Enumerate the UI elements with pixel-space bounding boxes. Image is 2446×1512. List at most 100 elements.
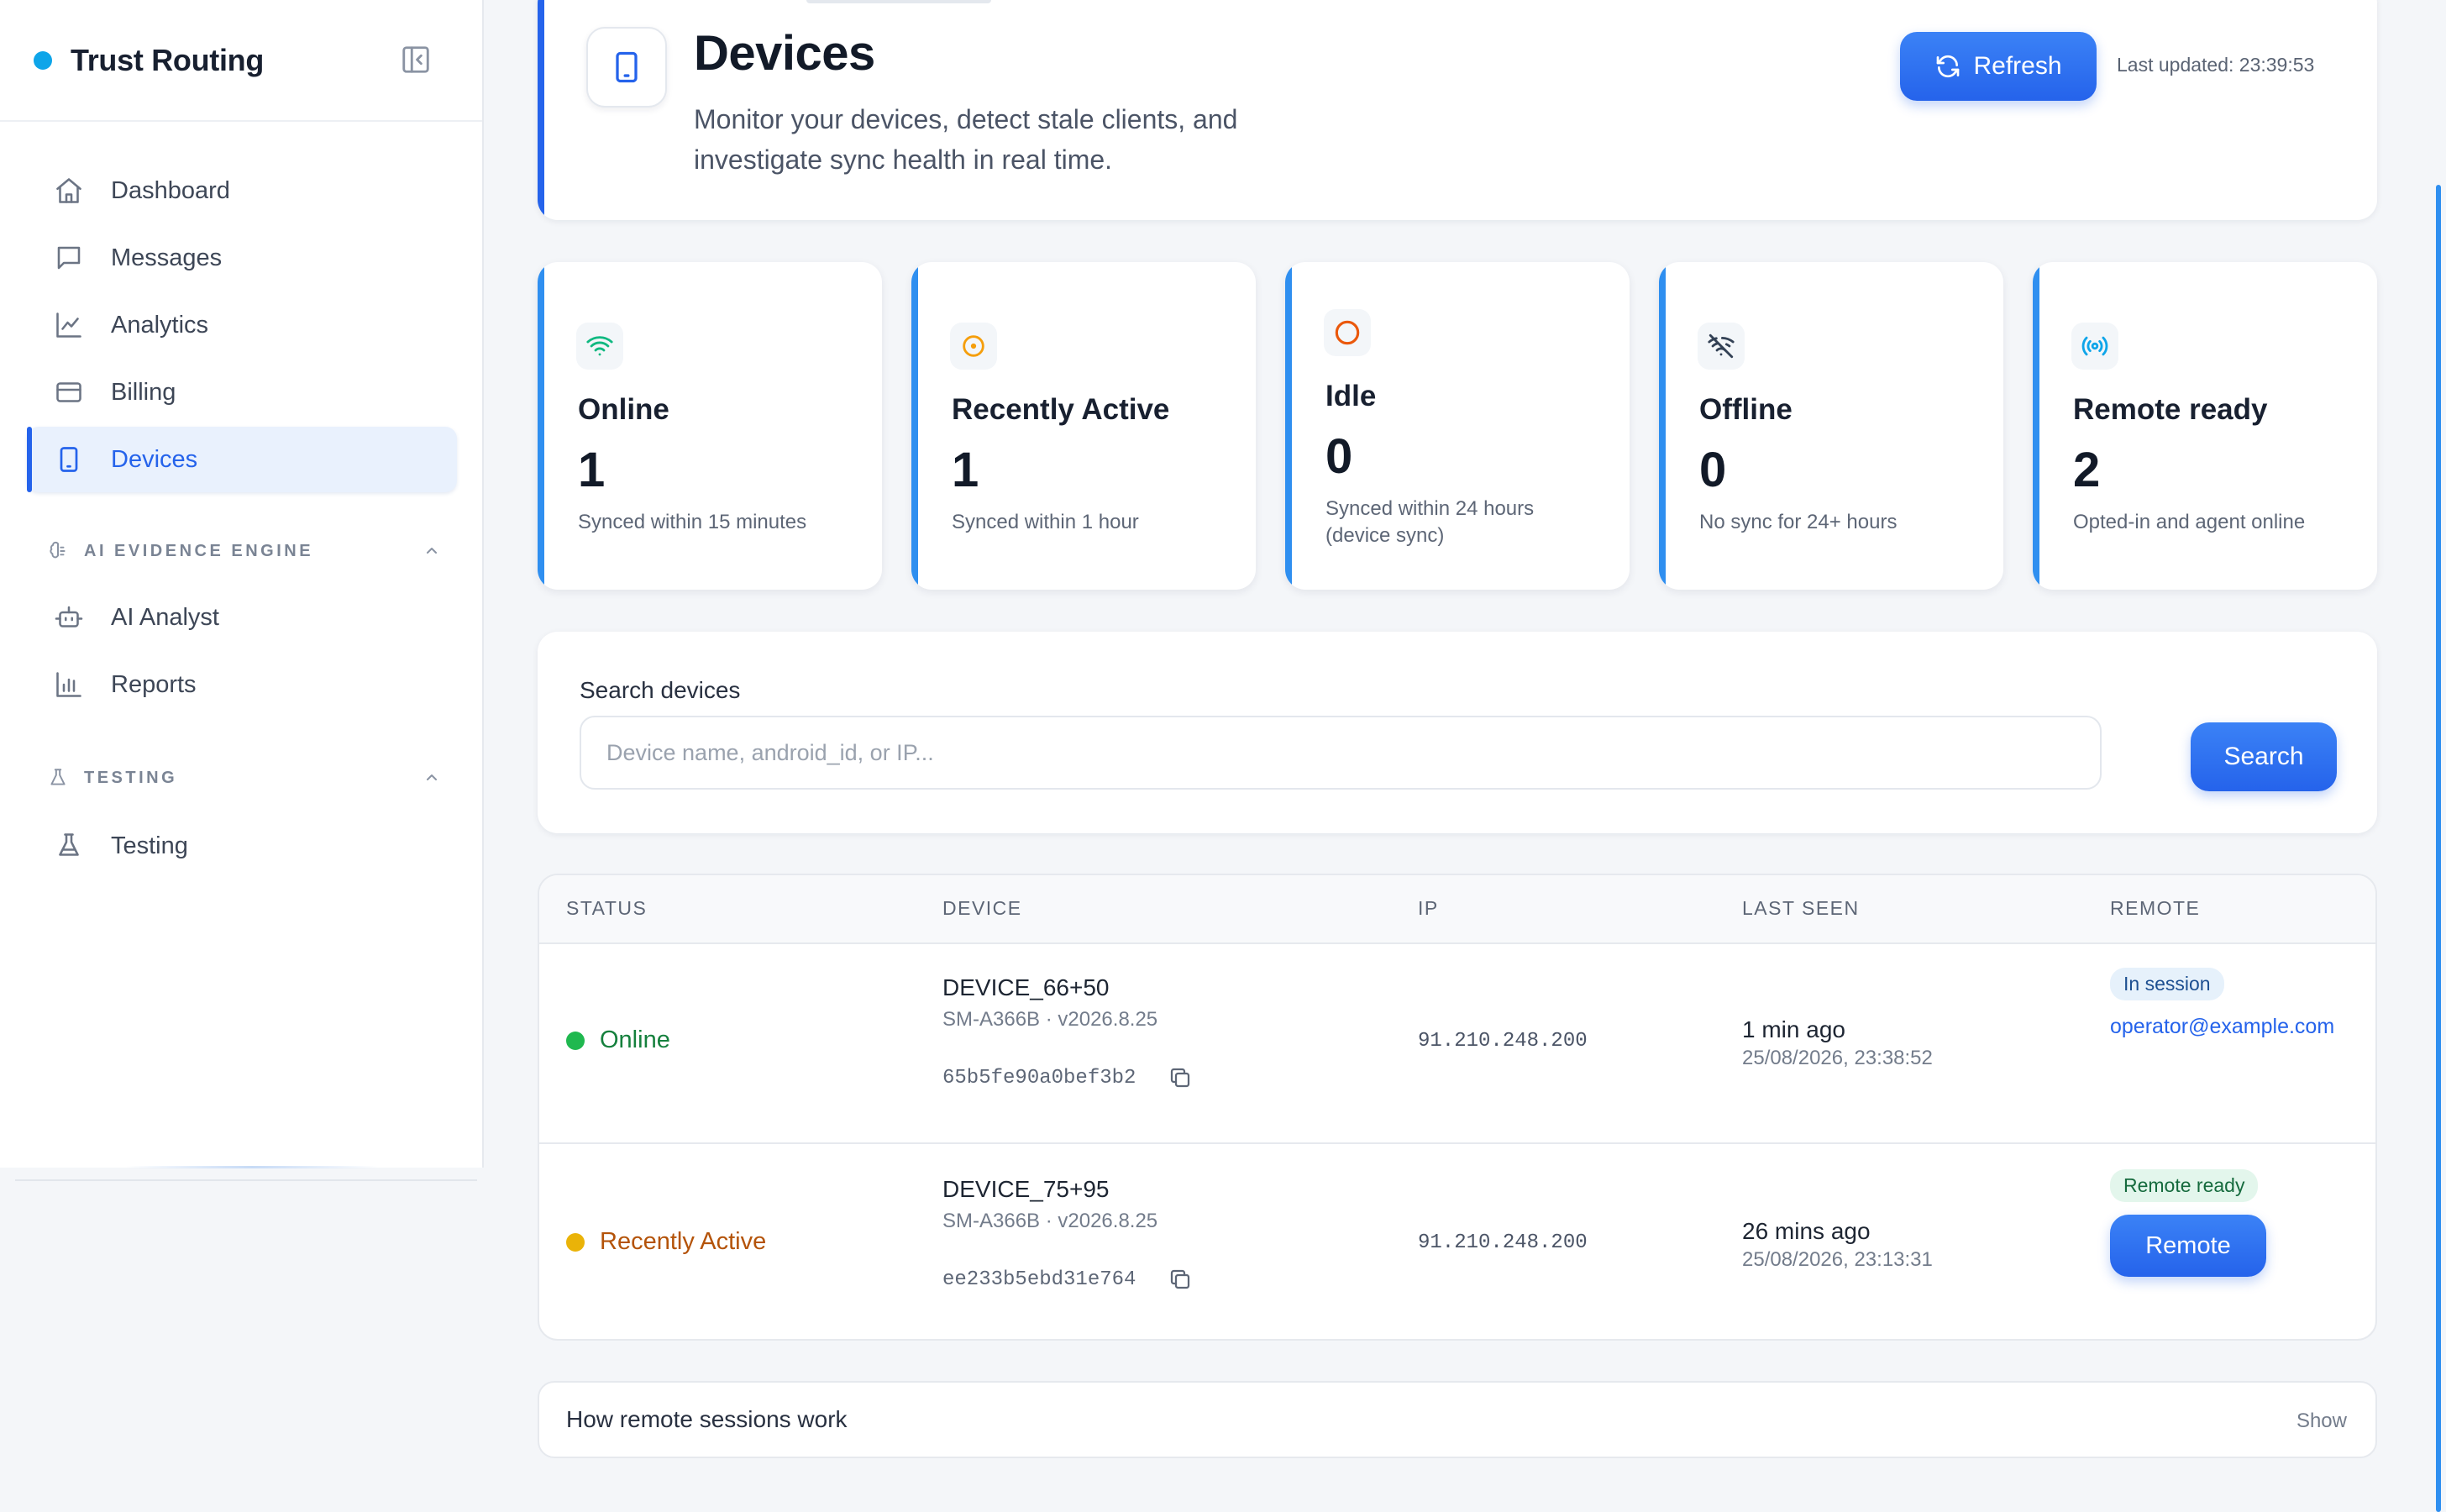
remote-action: Remote [2110, 1215, 2266, 1277]
search-label: Search devices [580, 677, 741, 703]
device-name[interactable]: DEVICE_75+95 [942, 1176, 1109, 1203]
last-seen-timestamp: 25/08/2026, 23:38:52 [1742, 1047, 1933, 1069]
remote-status: In session [2110, 968, 2224, 1000]
last-updated-text: Last updated: 23:39:53 [2117, 54, 2315, 76]
chevron-up-icon[interactable] [422, 541, 442, 561]
sidebar-item-dashboard[interactable]: Dashboard [27, 158, 457, 223]
device-id: 65b5fe90a0bef3b2 [942, 1065, 1193, 1090]
remote-sessions-help[interactable]: How remote sessions work Show [538, 1381, 2377, 1458]
status-indicator: Online [566, 1026, 670, 1054]
stat-label: Online [578, 393, 669, 426]
section-title: TESTING [84, 768, 178, 787]
sidebar-item-label: Messages [111, 244, 223, 271]
message-icon [52, 241, 86, 275]
stat-label: Idle [1325, 380, 1377, 412]
status-text: Recently Active [600, 1228, 767, 1255]
last-seen-relative: 1 min ago [1742, 1016, 1845, 1042]
stat-label: Remote ready [2073, 393, 2268, 426]
table-header: STATUS DEVICE IP LAST SEEN REMOTE [539, 875, 2375, 944]
target-icon [950, 323, 997, 370]
sidebar-item-billing[interactable]: Billing [27, 360, 457, 425]
search-input[interactable] [580, 716, 2102, 790]
stat-card-online: Online 1 Synced within 15 minutes [538, 262, 882, 590]
column-header-last-seen[interactable]: LAST SEEN [1742, 897, 1860, 920]
page-title: Devices [694, 26, 875, 81]
stat-description: Synced within 1 hour [952, 511, 1139, 533]
stat-value: 1 [578, 443, 606, 497]
tablet-icon [52, 443, 86, 476]
sidebar-item-label: AI Analyst [111, 603, 219, 631]
stat-description: Synced within 24 hours (device sync) [1325, 497, 1535, 547]
sidebar-item-label: Devices [111, 445, 198, 473]
wifi-icon [576, 323, 623, 370]
page-subtitle: Monitor your devices, detect stale clien… [694, 104, 1238, 175]
sidebar-item-reports[interactable]: Reports [27, 652, 457, 717]
column-header-ip[interactable]: IP [1418, 897, 1439, 920]
refresh-icon [1937, 55, 1960, 78]
column-header-remote[interactable]: REMOTE [2110, 897, 2200, 920]
sidebar-item-devices[interactable]: Devices [27, 427, 457, 492]
flask-icon [50, 769, 66, 785]
radio-icon [2071, 323, 2118, 370]
stat-description: No sync for 24+ hours [1699, 511, 1897, 533]
section-testing[interactable]: TESTING [47, 764, 442, 792]
header-tab-indicator [806, 0, 991, 3]
stat-value: 1 [952, 443, 979, 497]
section-ai-evidence-engine[interactable]: AI EVIDENCE ENGINE [47, 537, 442, 565]
remote-button[interactable]: Remote [2110, 1215, 2266, 1277]
sidebar-divider [0, 120, 482, 122]
stat-card-idle: Idle 0 Synced within 24 hours (device sy… [1285, 262, 1630, 590]
home-icon [52, 174, 86, 207]
copy-icon[interactable] [1168, 1065, 1193, 1090]
bar-chart-icon [52, 668, 86, 701]
sidebar: Trust Routing Dashboard Messages Analyti… [0, 0, 484, 1168]
sidebar-item-label: Dashboard [111, 176, 230, 204]
devices-table: STATUS DEVICE IP LAST SEEN REMOTE Online… [538, 874, 2377, 1341]
sidebar-collapse-icon[interactable] [400, 44, 432, 76]
brand-title: Trust Routing [71, 43, 265, 77]
stat-label: Offline [1699, 393, 1793, 426]
status-text: Online [600, 1026, 670, 1053]
sidebar-item-testing[interactable]: Testing [27, 813, 457, 879]
ip-address: 91.210.248.200 [1418, 1231, 1588, 1254]
operator-email[interactable]: operator@example.com [2110, 1015, 2334, 1039]
sidebar-item-analytics[interactable]: Analytics [27, 292, 457, 358]
chevron-up-icon[interactable] [422, 768, 442, 788]
search-card: Search devices Search [538, 632, 2377, 833]
stat-value: 2 [2073, 443, 2101, 497]
sidebar-item-ai-analyst[interactable]: AI Analyst [27, 585, 457, 650]
credit-card-icon [52, 375, 86, 409]
help-title: How remote sessions work [566, 1406, 848, 1432]
sidebar-item-label: Testing [111, 832, 188, 859]
page-scrollbar[interactable] [2436, 185, 2441, 1512]
device-model: SM-A366B · v2026.8.25 [942, 1008, 1158, 1031]
help-toggle[interactable]: Show [2296, 1410, 2347, 1433]
search-button[interactable]: Search [2191, 722, 2337, 791]
sidebar-item-label: Analytics [111, 311, 209, 339]
brand[interactable]: Trust Routing [34, 37, 264, 84]
chart-line-icon [52, 308, 86, 342]
status-badge: In session [2110, 968, 2224, 1000]
device-name[interactable]: DEVICE_66+50 [942, 974, 1109, 1001]
brand-dot-icon [34, 51, 52, 70]
brain-icon [50, 541, 66, 559]
sidebar-footer-glow [126, 1166, 378, 1168]
sidebar-item-messages[interactable]: Messages [27, 225, 457, 291]
status-indicator: Recently Active [566, 1228, 766, 1256]
table-row[interactable]: Recently Active DEVICE_75+95 SM-A366B · … [539, 1142, 2375, 1339]
stat-card-offline: Offline 0 No sync for 24+ hours [1659, 262, 2003, 590]
ip-address: 91.210.248.200 [1418, 1030, 1588, 1053]
bot-icon [52, 601, 86, 634]
stat-description: Synced within 15 minutes [578, 511, 807, 533]
circle-icon [1324, 309, 1371, 356]
remote-status: Remote ready [2110, 1169, 2259, 1202]
column-header-device[interactable]: DEVICE [942, 897, 1022, 920]
table-row[interactable]: Online DEVICE_66+50 SM-A366B · v2026.8.2… [539, 942, 2375, 1142]
copy-icon[interactable] [1168, 1267, 1193, 1292]
stat-value: 0 [1699, 443, 1727, 497]
sidebar-item-label: Billing [111, 378, 176, 406]
section-title: AI EVIDENCE ENGINE [84, 541, 314, 560]
refresh-button[interactable]: Refresh [1900, 32, 2097, 101]
column-header-status[interactable]: STATUS [566, 897, 647, 920]
device-model: SM-A366B · v2026.8.25 [942, 1210, 1158, 1232]
